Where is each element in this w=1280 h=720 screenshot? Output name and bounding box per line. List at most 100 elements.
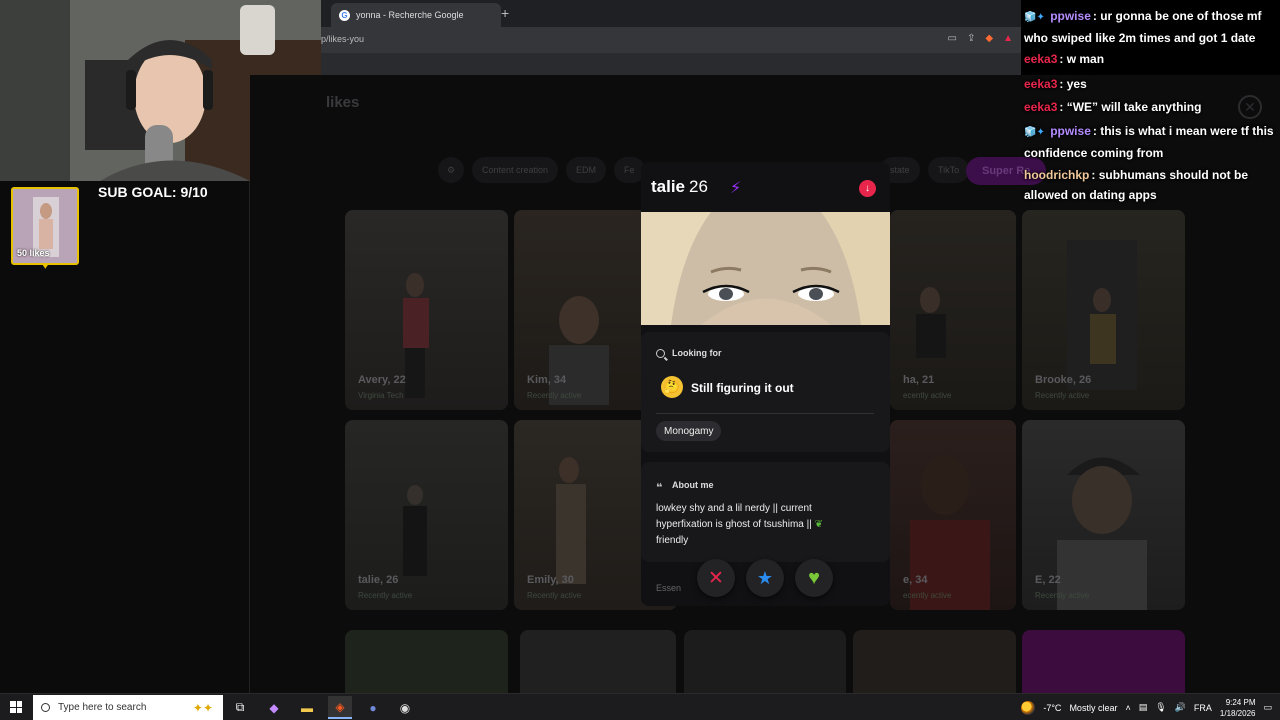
temperature[interactable]: -7°C <box>1043 703 1061 713</box>
file-explorer-icon[interactable]: ▬ <box>295 696 319 719</box>
cast-icon[interactable]: ▭ <box>948 33 957 44</box>
card-name: e, 34 <box>903 574 928 586</box>
filter-settings-icon[interactable]: ⚙ <box>438 157 464 183</box>
language-indicator[interactable]: FRA <box>1194 703 1212 713</box>
share-icon[interactable]: ⇪ <box>967 33 975 44</box>
chat-username[interactable]: hoodrichkp <box>1024 168 1089 182</box>
chat-text: yes <box>1066 77 1087 91</box>
section-divider <box>656 413 874 414</box>
profile-card[interactable] <box>684 630 846 693</box>
pass-button[interactable]: ✕ <box>697 559 735 597</box>
profile-name: talie 26 <box>651 177 708 197</box>
new-tab-button[interactable]: + <box>501 5 509 21</box>
tab-title: yonna - Recherche Google <box>356 10 464 20</box>
profile-card[interactable]: Brooke, 26 Recently active <box>1022 210 1185 410</box>
profile-card[interactable] <box>520 630 676 693</box>
chat-badges: 🧊✦ <box>1024 127 1045 138</box>
arrow-down-icon[interactable]: ↓ <box>859 180 876 197</box>
profile-first-name: talie <box>651 177 686 196</box>
card-name: Kim, 34 <box>527 374 567 386</box>
card-name: Emily, 30 <box>527 574 574 586</box>
filter-chip[interactable]: Fe <box>614 157 645 183</box>
obs-icon[interactable]: ◉ <box>393 696 417 719</box>
profile-card[interactable]: E, 22 Recently active <box>1022 420 1185 610</box>
clock-date: 1/18/2026 <box>1219 708 1256 718</box>
brave-browser-icon[interactable]: ◈ <box>328 696 352 719</box>
chat-message: hoodrichkp: subhumans should not be allo… <box>1024 168 1249 202</box>
about-me-text: lowkey shy and a lil nerdy || current hy… <box>656 501 856 549</box>
brave-rewards-icon[interactable]: ▲ <box>1003 33 1013 44</box>
discord-icon[interactable]: ● <box>361 696 385 719</box>
chat-message: 🧊✦ ppwise: this is what i mean were tf t… <box>1024 124 1274 160</box>
url-text[interactable]: p/likes-you <box>321 34 364 44</box>
relationship-type-tag: Monogamy <box>656 421 722 441</box>
copilot-icon[interactable]: ◆ <box>262 696 286 719</box>
heart-icon: ♥ <box>42 260 49 272</box>
speaker-icon[interactable]: 🔊 <box>1175 702 1186 713</box>
essentials-label: Essen <box>656 583 682 593</box>
profile-card[interactable] <box>345 630 508 693</box>
profile-card[interactable]: ha, 21 ecently active <box>890 210 1016 410</box>
profile-card[interactable]: Avery, 22 Virginia Tech <box>345 210 508 410</box>
about-me-section: ❝ About me lowkey shy and a lil nerdy ||… <box>641 462 890 562</box>
notification-icon[interactable]: ▭ <box>1263 702 1272 713</box>
search-icon <box>41 703 50 712</box>
filter-chip[interactable]: EDM <box>566 157 607 183</box>
profile-age: 26 <box>689 177 708 196</box>
chat-badges: 🧊✦ <box>1024 12 1045 23</box>
browser-tab[interactable]: G yonna - Recherche Google <box>331 3 501 27</box>
filter-chip[interactable]: TikTo <box>928 157 970 183</box>
chat-username[interactable]: eeka3 <box>1024 77 1057 91</box>
task-view-icon[interactable]: ⧉ <box>228 696 252 719</box>
stream-chat-overlay: 🧊✦ ppwise: ur gonna be one of those mf w… <box>1021 0 1280 210</box>
chat-username[interactable]: eeka3 <box>1024 100 1057 114</box>
filter-chip[interactable]: Content creation <box>472 157 559 183</box>
stream-left-panel: 50 likes ♥ SUB GOAL: 9/10 <box>0 181 250 693</box>
card-status: Virginia Tech <box>358 391 404 400</box>
chat-message: eeka3: w man <box>1024 52 1105 66</box>
sub-likes-count: 50 likes <box>17 248 50 258</box>
super-like-button[interactable]: ★ <box>746 559 784 597</box>
profile-photo <box>641 212 890 325</box>
about-me-label: About me <box>672 480 714 490</box>
like-button[interactable]: ♥ <box>795 559 833 597</box>
chat-message: 🧊✦ ppwise: ur gonna be one of those mf w… <box>1024 9 1262 45</box>
about-me-body: lowkey shy and a lil nerdy || current hy… <box>656 503 812 530</box>
chat-username[interactable]: eeka3 <box>1024 52 1057 66</box>
sparkle-icon: ✦✦ <box>192 700 213 715</box>
search-icon <box>656 349 665 358</box>
page-title: likes <box>326 94 360 111</box>
windows-start-icon[interactable] <box>10 701 22 713</box>
chat-username[interactable]: ppwise <box>1050 9 1091 23</box>
chat-username[interactable]: ppwise <box>1050 124 1091 138</box>
network-icon[interactable]: ▤ <box>1139 702 1148 713</box>
windows-taskbar: Type here to search ✦✦ ⧉ ◆ ▬ ◈ ● ◉ -7°C … <box>0 693 1280 720</box>
profile-card[interactable] <box>853 630 1016 693</box>
clock[interactable]: 9:24 PM 1/18/2026 <box>1220 697 1256 719</box>
address-bar-icons: ▭ ⇪ ◆ ▲ <box>948 33 1013 44</box>
profile-photo-image <box>641 212 890 325</box>
card-status: Recently active <box>527 391 582 400</box>
profile-card[interactable]: talie, 26 Recently active <box>345 420 508 610</box>
card-status: ecently active <box>903 391 952 400</box>
brave-shield-icon[interactable]: ◆ <box>985 33 993 44</box>
weather-status[interactable]: Mostly clear <box>1069 703 1117 713</box>
chat-message: eeka3: “WE” will take anything <box>1024 100 1202 114</box>
card-status: Recently active <box>527 591 582 600</box>
looking-for-value: Still figuring it out <box>691 381 794 395</box>
card-name: talie, 26 <box>358 574 399 586</box>
microphone-icon[interactable]: 🎙 <box>1155 702 1166 713</box>
card-status: Recently active <box>1035 591 1090 600</box>
filter-chips: ⚙ Content creation EDM Fe <box>438 157 645 183</box>
lightning-bolt-icon: ⚡ <box>730 180 742 197</box>
thinking-face-icon: 🤔 <box>661 376 683 398</box>
weather-icon[interactable] <box>1021 700 1036 715</box>
address-bar[interactable]: p/likes-you ▭ ⇪ ◆ ▲ <box>321 27 1021 53</box>
profile-modal: talie 26 ⚡ ↓ Looking for 🤔 Still figuring… <box>641 162 890 606</box>
taskbar-search-input[interactable]: Type here to search ✦✦ <box>33 695 223 720</box>
chevron-up-icon[interactable]: ˄ <box>1125 703 1130 713</box>
looking-for-section: Looking for 🤔 Still figuring it out Mono… <box>641 332 890 452</box>
profile-card[interactable] <box>1022 630 1185 693</box>
looking-for-label: Looking for <box>672 348 722 358</box>
profile-card[interactable]: e, 34 ecently active <box>890 420 1016 610</box>
